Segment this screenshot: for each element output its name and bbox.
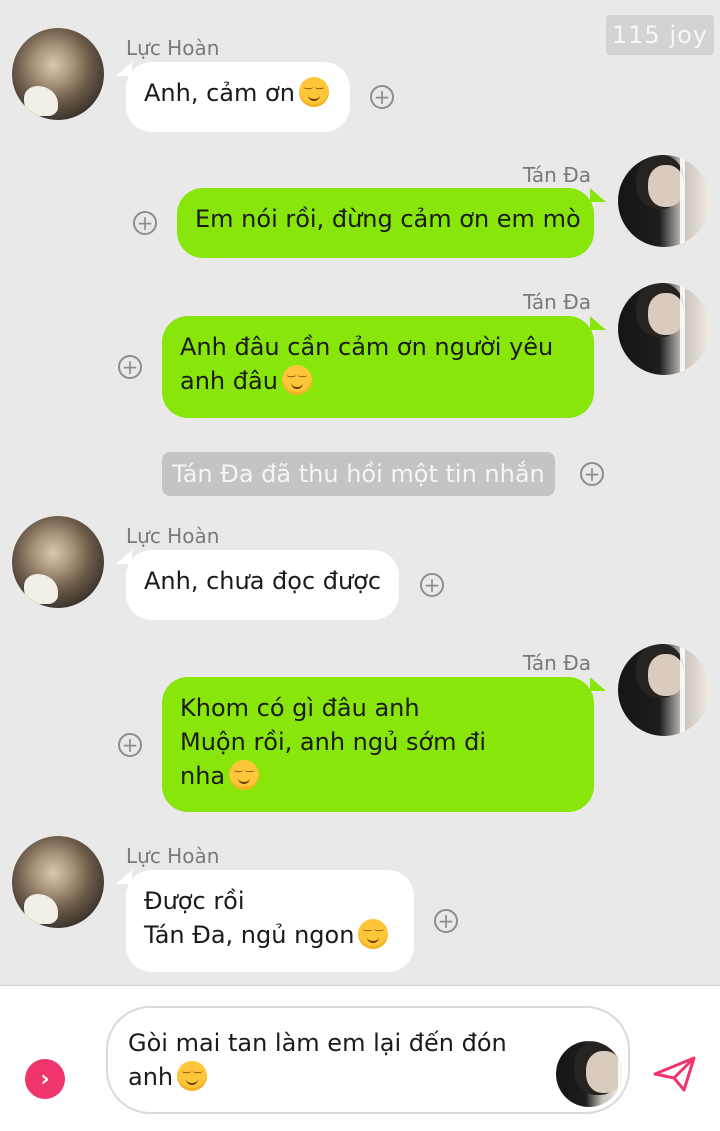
- add-reaction-icon[interactable]: +: [434, 909, 458, 933]
- sender-name: Tán Đa: [523, 163, 591, 187]
- sender-name: Tán Đa: [523, 651, 591, 675]
- relieved-face-emoji-icon: [177, 1061, 208, 1091]
- avatar-tan-da[interactable]: [618, 283, 710, 375]
- bubble-tail: [590, 316, 606, 330]
- expand-arrow-icon[interactable]: ›: [25, 1059, 65, 1099]
- message-bubble-received[interactable]: Anh, chưa đọc được: [126, 550, 399, 620]
- bubble-tail: [590, 188, 606, 202]
- add-reaction-icon[interactable]: +: [118, 733, 142, 757]
- message-text: Muộn rồi, anh ngủ sớm đi: [180, 728, 487, 756]
- smiling-face-emoji-icon: [229, 760, 260, 790]
- smiling-face-emoji-icon: [298, 77, 329, 107]
- message-text: Em nói rồi, đừng cảm ơn em mò: [195, 205, 581, 233]
- add-reaction-icon[interactable]: +: [420, 573, 444, 597]
- message-bubble-received[interactable]: Được rồi Tán Đa, ngủ ngon: [126, 870, 414, 972]
- message-text: nha: [180, 762, 226, 790]
- avatar-tan-da[interactable]: [618, 644, 710, 736]
- message-input[interactable]: Gòi mai tan làm em lại đến đón anh: [106, 1006, 630, 1114]
- message-text: anh đâu: [180, 367, 278, 395]
- message-text: Anh đâu cần cảm ơn người yêu: [180, 333, 554, 361]
- avatar-luc-hoan[interactable]: [12, 836, 104, 928]
- watermark: 115 joy: [606, 15, 714, 55]
- message-text: Được rồi: [144, 887, 245, 915]
- avatar-luc-hoan[interactable]: [12, 516, 104, 608]
- message-text: Khom có gì đâu anh: [180, 694, 420, 722]
- sender-persona-avatar[interactable]: [556, 1041, 622, 1107]
- avatar-tan-da[interactable]: [618, 155, 710, 247]
- message-text: Anh, chưa đọc được: [144, 567, 382, 595]
- message-bubble-sent[interactable]: Em nói rồi, đừng cảm ơn em mò: [177, 188, 594, 258]
- sender-name: Lực Hoàn: [126, 844, 220, 868]
- message-text: Anh, cảm ơn: [144, 79, 295, 107]
- message-text: Tán Đa, ngủ ngon: [144, 921, 355, 949]
- send-icon[interactable]: [652, 1054, 698, 1094]
- sender-name: Tán Đa: [523, 290, 591, 314]
- add-reaction-icon[interactable]: +: [118, 355, 142, 379]
- avatar-luc-hoan[interactable]: [12, 28, 104, 120]
- add-reaction-icon[interactable]: +: [370, 85, 394, 109]
- smiling-face-emoji-icon: [358, 919, 389, 949]
- message-bubble-sent[interactable]: Khom có gì đâu anh Muộn rồi, anh ngủ sớm…: [162, 677, 594, 812]
- recalled-message-notice: Tán Đa đã thu hồi một tin nhắn: [162, 452, 555, 496]
- bubble-tail: [590, 677, 606, 691]
- input-text: Gòi mai tan làm em lại đến đón: [128, 1029, 507, 1057]
- message-bubble-sent[interactable]: Anh đâu cần cảm ơn người yêu anh đâu: [162, 316, 594, 418]
- add-reaction-icon[interactable]: +: [580, 462, 604, 486]
- message-bubble-received[interactable]: Anh, cảm ơn: [126, 62, 350, 132]
- relieved-face-emoji-icon: [281, 365, 312, 395]
- input-text: anh: [128, 1063, 174, 1091]
- message-composer: › Gòi mai tan làm em lại đến đón anh: [0, 985, 720, 1131]
- sender-name: Lực Hoàn: [126, 524, 220, 548]
- sender-name: Lực Hoàn: [126, 36, 220, 60]
- add-reaction-icon[interactable]: +: [133, 211, 157, 235]
